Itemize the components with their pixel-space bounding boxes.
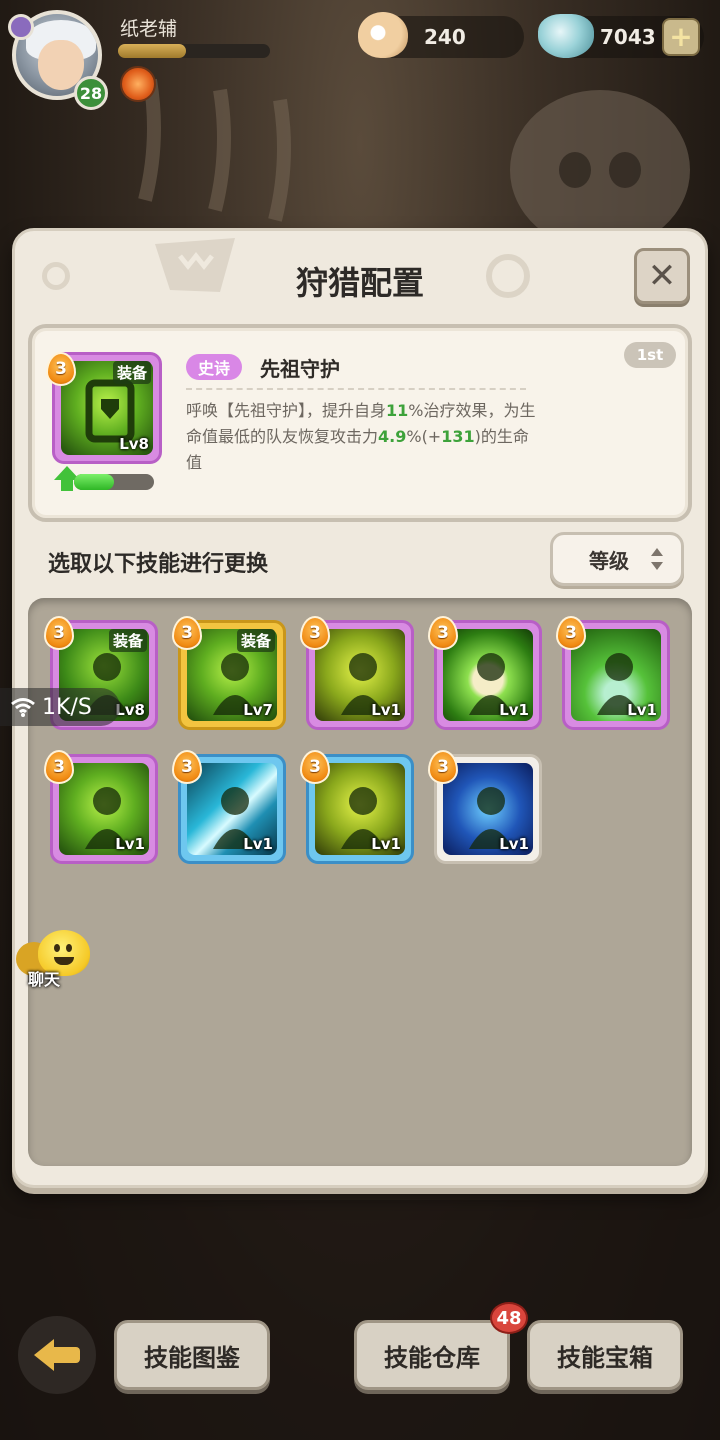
sort-label: 等级 [589, 548, 629, 573]
add-gems-button[interactable]: + [662, 18, 700, 56]
skill-level: Lv1 [243, 835, 273, 853]
skill-description: 呼唤【先祖守护】，提升自身11%治疗效果，为生命值最低的队友恢复攻击力4.9%(… [186, 398, 536, 476]
back-arrow-icon [34, 1339, 80, 1371]
upgrade-arrow-stem [61, 479, 73, 491]
sort-arrows-icon [650, 548, 664, 572]
skill-storage-button[interactable]: 技能仓库 [354, 1320, 510, 1390]
player-name: 纸老辅 [120, 18, 178, 40]
player-xp-fill [118, 44, 187, 58]
skill-tier-badge: 3 [428, 616, 458, 650]
network-speed-overlay: 1K/S [0, 688, 120, 726]
skill-chest-button[interactable]: 技能宝箱 [527, 1320, 683, 1390]
skill-name: 先祖守护 [260, 357, 340, 381]
section-label: 选取以下技能进行更换 [48, 552, 269, 577]
skill-level: Lv1 [627, 701, 657, 719]
player-xp-bar [118, 44, 270, 58]
upgrade-progress-fill [74, 474, 114, 490]
gem-shell-icon [538, 14, 594, 58]
skill-tier-badge: 3 [556, 616, 586, 650]
desc-text: 呼唤【先祖守护】，提升自身 [186, 401, 387, 420]
desc-value: 131 [441, 427, 475, 446]
chat-label[interactable]: 聊天 [28, 966, 60, 990]
skill-level: Lv1 [115, 835, 145, 853]
skill-tier-badge: 3 [172, 750, 202, 784]
skill-tier-badge: 3 [44, 750, 74, 784]
skill-level: Lv1 [371, 835, 401, 853]
skill-tier-badge: 3 [46, 352, 76, 386]
skill-level: Lv1 [499, 835, 529, 853]
player-level-badge: 28 [74, 76, 108, 110]
rarity-tag: 史诗 [186, 354, 243, 380]
equipped-tag: 装备 [236, 629, 275, 652]
skill-level: Lv8 [119, 435, 149, 453]
rank-tag: 1st [624, 342, 676, 368]
skill-level: Lv1 [499, 701, 529, 719]
storage-notification-badge: 48 [490, 1302, 528, 1334]
skill-tier-badge: 3 [428, 750, 458, 784]
desc-value: 4.9 [378, 427, 407, 446]
avatar-frame-badge-icon [8, 14, 34, 40]
wifi-icon [11, 698, 35, 717]
close-button[interactable]: ✕ [634, 248, 690, 304]
gem-count: 7043 [600, 25, 656, 49]
desc-value: 11 [386, 401, 409, 420]
divider [186, 388, 526, 390]
skill-tier-badge: 3 [300, 616, 330, 650]
skill-tier-badge: 3 [300, 750, 330, 784]
buff-status-icon[interactable] [120, 66, 156, 102]
panel-title: 狩猎配置 [295, 264, 424, 302]
pearl-count: 240 [424, 25, 466, 49]
skill-tier-badge: 3 [172, 616, 202, 650]
equipped-tag: 装备 [112, 361, 151, 384]
back-button[interactable] [18, 1316, 96, 1394]
skill-codex-button[interactable]: 技能图鉴 [114, 1320, 270, 1390]
net-speed: 1K/S [42, 694, 92, 720]
skill-tier-badge: 3 [44, 616, 74, 650]
upgrade-progress-bar [74, 474, 154, 490]
skill-level: Lv1 [371, 701, 401, 719]
pearl-shell-icon [358, 12, 408, 58]
skill-level: Lv7 [243, 701, 273, 719]
equipped-tag: 装备 [108, 629, 147, 652]
desc-text: %(+ [406, 427, 442, 446]
